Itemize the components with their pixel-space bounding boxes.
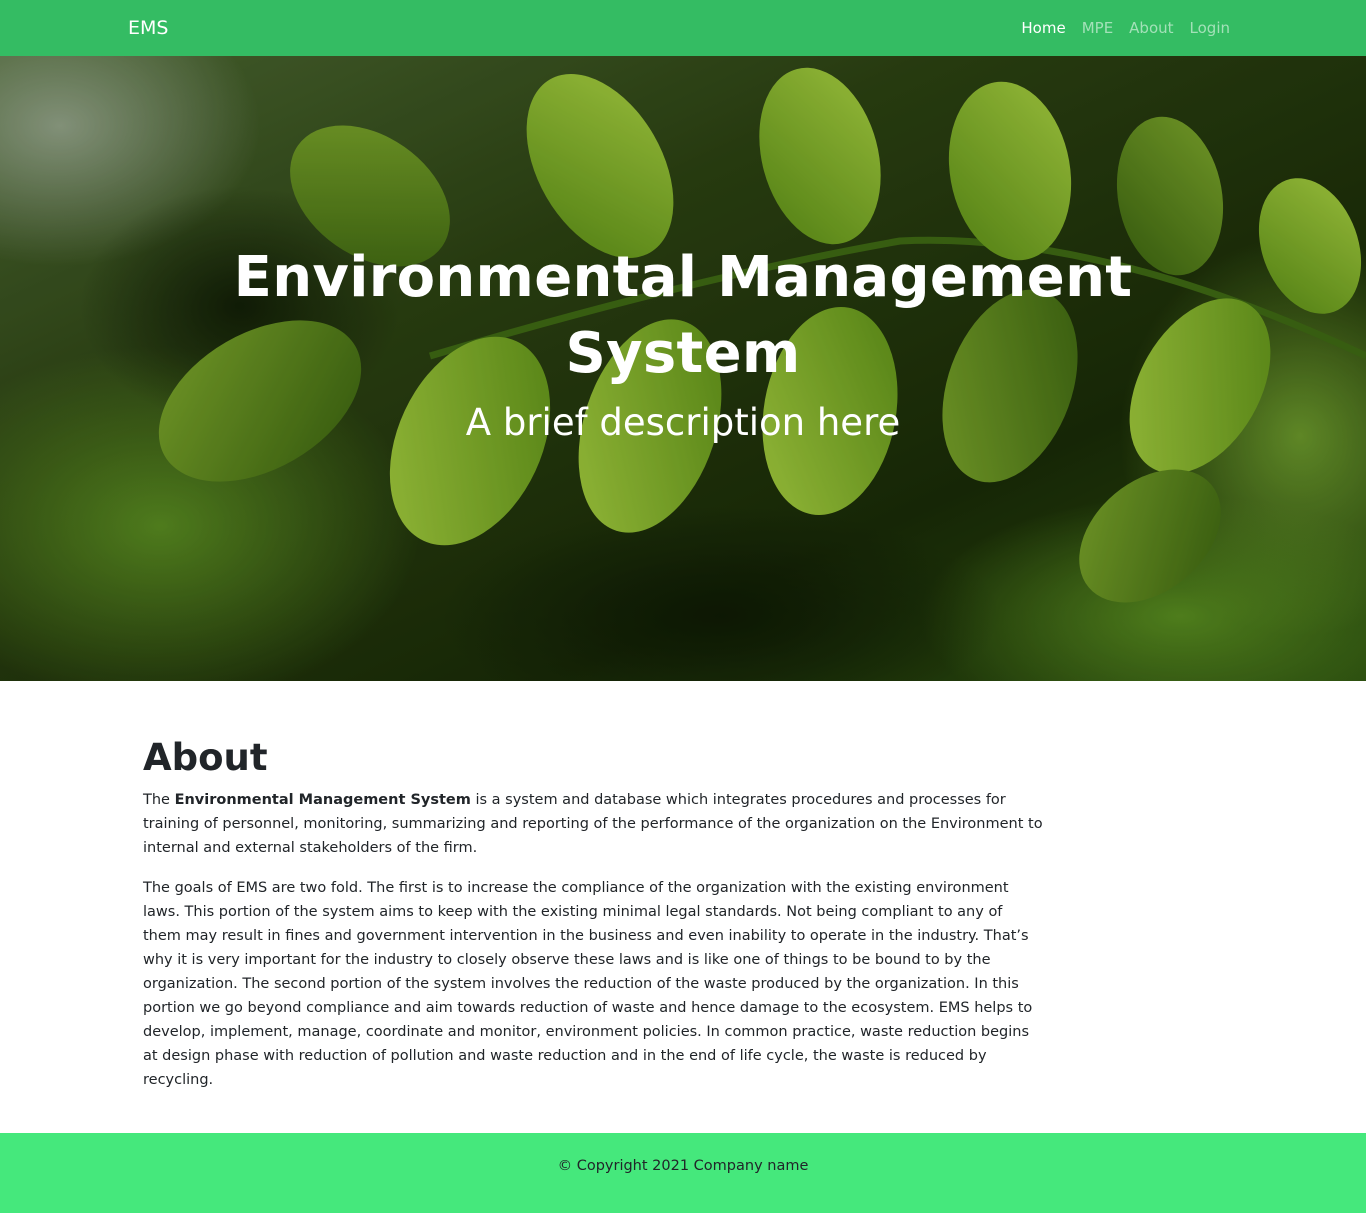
about-p1-bold: Environmental Management System: [174, 792, 471, 808]
about-heading: About: [143, 736, 268, 779]
nav-links: Home MPE About Login: [1021, 17, 1230, 39]
nav-login-link[interactable]: Login: [1190, 17, 1230, 39]
hero-subtitle: A brief description here: [465, 401, 901, 444]
about-paragraph-2: The goals of EMS are two fold. The first…: [143, 880, 1033, 1088]
hero-section: Environmental Management System A brief …: [0, 56, 1366, 681]
nav-mpe-link[interactable]: MPE: [1082, 17, 1113, 39]
hero-title: Environmental Management System: [233, 245, 1133, 386]
about-p1-prefix: The: [143, 792, 175, 808]
copyright-text: © Copyright 2021 Company name: [557, 1158, 809, 1174]
footer: © Copyright 2021 Company name: [0, 1133, 1366, 1213]
nav-about-link[interactable]: About: [1129, 17, 1173, 39]
nav-home-link[interactable]: Home: [1021, 17, 1065, 39]
navbar: EMS Home MPE About Login: [0, 0, 1366, 56]
about-section: About The Environmental Management Syste…: [143, 734, 1043, 1108]
about-paragraph-1: The Environmental Management System is a…: [143, 788, 1043, 860]
brand-link[interactable]: EMS: [128, 16, 168, 40]
